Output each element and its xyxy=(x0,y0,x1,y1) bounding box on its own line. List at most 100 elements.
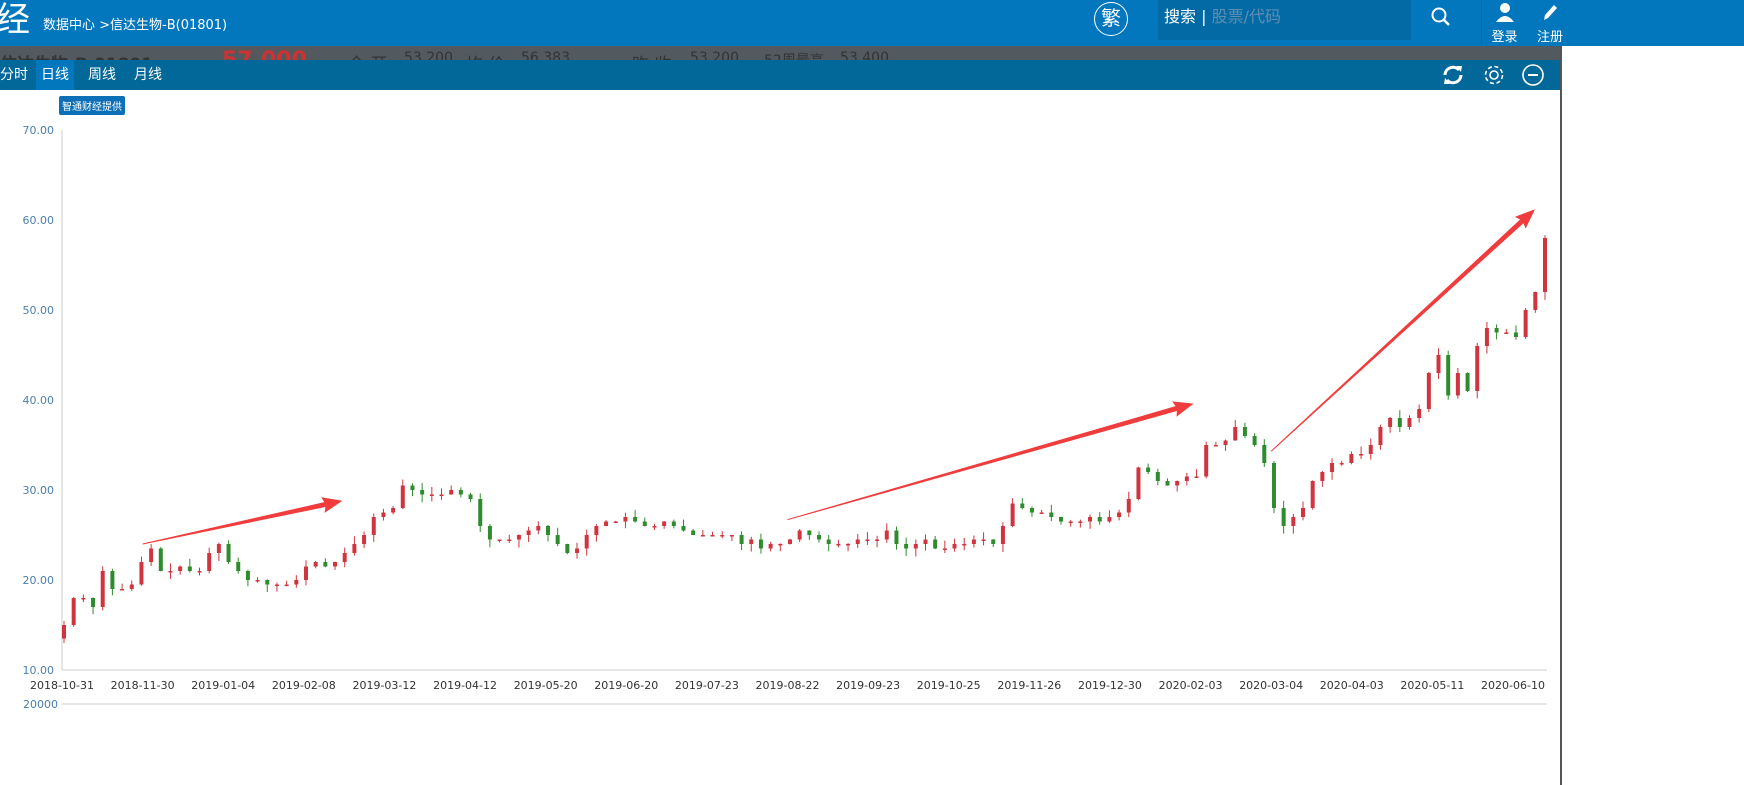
x-tick-label: 2019-09-23 xyxy=(836,679,900,692)
candle-body xyxy=(1320,472,1325,481)
annotation-arrow xyxy=(787,401,1194,521)
candle-body xyxy=(729,535,734,537)
candle-body xyxy=(1291,517,1296,526)
x-tick-label: 2020-04-03 xyxy=(1320,679,1384,692)
zoom-out-icon[interactable] xyxy=(1521,63,1545,87)
y-tick-label: 60.00 xyxy=(23,214,55,227)
candle-body xyxy=(720,535,725,537)
y-tick-label: 70.00 xyxy=(23,124,55,137)
y-tick-label: 30.00 xyxy=(23,484,55,497)
candle-body xyxy=(778,544,783,546)
candle-body xyxy=(1301,508,1306,517)
right-panel-edge xyxy=(1560,46,1744,785)
candle-body xyxy=(1262,445,1267,463)
breadcrumb[interactable]: 数据中心 >信达生物-B(01801) xyxy=(43,14,227,33)
candle-body xyxy=(962,544,967,546)
candle-body xyxy=(1310,481,1315,508)
candle-body xyxy=(1388,418,1393,427)
x-tick-label: 2019-12-30 xyxy=(1078,679,1142,692)
logo[interactable]: 经 xyxy=(0,0,30,40)
tab-weekly[interactable]: 周线 xyxy=(83,60,121,90)
candle-body xyxy=(468,494,473,499)
candle-body xyxy=(1271,463,1276,508)
candle-body xyxy=(1049,512,1054,517)
search-icon[interactable] xyxy=(1430,6,1452,28)
chart-toolbar: 分时 日线 周线 月线 xyxy=(0,60,1560,90)
x-tick-label: 2019-05-20 xyxy=(514,679,578,692)
candle-body xyxy=(758,539,763,549)
candle-body xyxy=(149,548,154,562)
candle-body xyxy=(884,530,889,540)
refresh-icon[interactable] xyxy=(1441,63,1465,87)
candle-body xyxy=(526,530,531,535)
candle-body xyxy=(1513,332,1518,337)
candle-body xyxy=(1146,467,1151,472)
candle-body xyxy=(739,535,744,544)
candle-body xyxy=(274,584,279,586)
search-input[interactable]: 搜索 | 股票/代码 xyxy=(1158,0,1411,40)
x-tick-label: 2018-10-31 xyxy=(30,679,94,692)
candle-body xyxy=(768,544,773,549)
tab-monthly[interactable]: 月线 xyxy=(129,60,167,90)
candlestick-chart[interactable]: 20000 70.00 60.00 50.00 40.00 30.00 20.00 10.00… xyxy=(0,0,1560,785)
candle-body xyxy=(604,521,609,526)
tab-intraday[interactable]: 分时 xyxy=(0,60,33,90)
candle-body xyxy=(817,535,822,540)
candle-body xyxy=(313,562,318,567)
candle-body xyxy=(826,539,831,544)
candle-body xyxy=(662,521,667,526)
avg-value: 56.383 xyxy=(521,50,570,60)
traditional-chinese-button[interactable]: 繁 xyxy=(1094,2,1128,36)
candle-body xyxy=(652,526,657,528)
candle-body xyxy=(391,508,396,513)
provider-badge: 智通财经提供 xyxy=(59,96,125,115)
candle-body xyxy=(1155,472,1160,481)
candle-body xyxy=(1252,436,1257,445)
candle-body xyxy=(555,535,560,544)
annotation-arrow xyxy=(142,497,343,545)
candle-body xyxy=(449,490,454,495)
stock-price: 57.000 xyxy=(222,48,307,60)
candle-body xyxy=(187,566,192,571)
candle-body xyxy=(1184,476,1189,481)
candle-body xyxy=(1368,445,1373,454)
candle-body xyxy=(507,539,512,541)
candle-body xyxy=(120,589,125,591)
candle-body xyxy=(245,571,250,580)
login-button[interactable]: 登录 xyxy=(1481,0,1527,45)
x-tick-label: 2019-07-23 xyxy=(675,679,739,692)
candle-body xyxy=(700,535,705,537)
candle-body xyxy=(1068,521,1073,523)
tab-daily[interactable]: 日线 xyxy=(36,60,74,90)
candle-body xyxy=(487,526,492,540)
candle-body xyxy=(1194,476,1199,478)
candle-body xyxy=(410,485,415,490)
arrow-shape xyxy=(142,497,343,545)
settings-icon[interactable] xyxy=(1482,63,1506,87)
candle-body xyxy=(749,539,754,544)
candle-body xyxy=(168,571,173,573)
y-tick-label: 40.00 xyxy=(23,394,55,407)
candle-body xyxy=(584,535,589,549)
prev-value: 53.200 xyxy=(690,50,739,60)
candle-body xyxy=(807,530,812,535)
candle-body xyxy=(855,539,860,544)
candle-body xyxy=(575,548,580,553)
candle-body xyxy=(420,490,425,495)
candle-body xyxy=(1465,373,1470,391)
register-button[interactable]: 注册 xyxy=(1527,0,1573,45)
candle-body xyxy=(1455,373,1460,396)
candle-body xyxy=(1165,481,1170,486)
register-label: 注册 xyxy=(1536,30,1563,45)
candle-body xyxy=(226,544,231,562)
candle-body xyxy=(1020,503,1025,508)
candle-body xyxy=(236,562,241,571)
candle-body xyxy=(439,494,444,496)
candle-body xyxy=(1213,445,1218,447)
candle-body xyxy=(371,517,376,535)
candle-body xyxy=(1543,238,1547,292)
pencil-icon xyxy=(1544,5,1557,20)
arrow-shape xyxy=(1270,209,1536,452)
candle-body xyxy=(797,530,802,540)
candle-body xyxy=(100,571,105,607)
